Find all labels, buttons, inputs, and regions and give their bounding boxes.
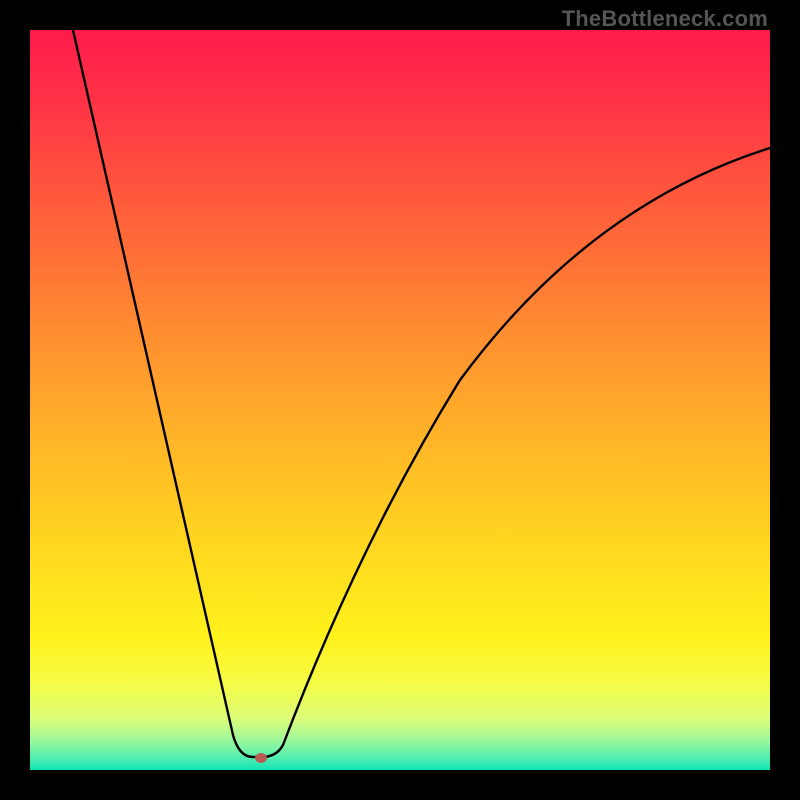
- curve-overlay: [30, 30, 770, 770]
- watermark-text: TheBottleneck.com: [562, 6, 768, 32]
- plot-area: [30, 30, 770, 770]
- right-curve: [264, 148, 770, 757]
- left-curve: [73, 30, 259, 757]
- chart-frame: TheBottleneck.com: [0, 0, 800, 800]
- min-marker-icon: [255, 753, 267, 763]
